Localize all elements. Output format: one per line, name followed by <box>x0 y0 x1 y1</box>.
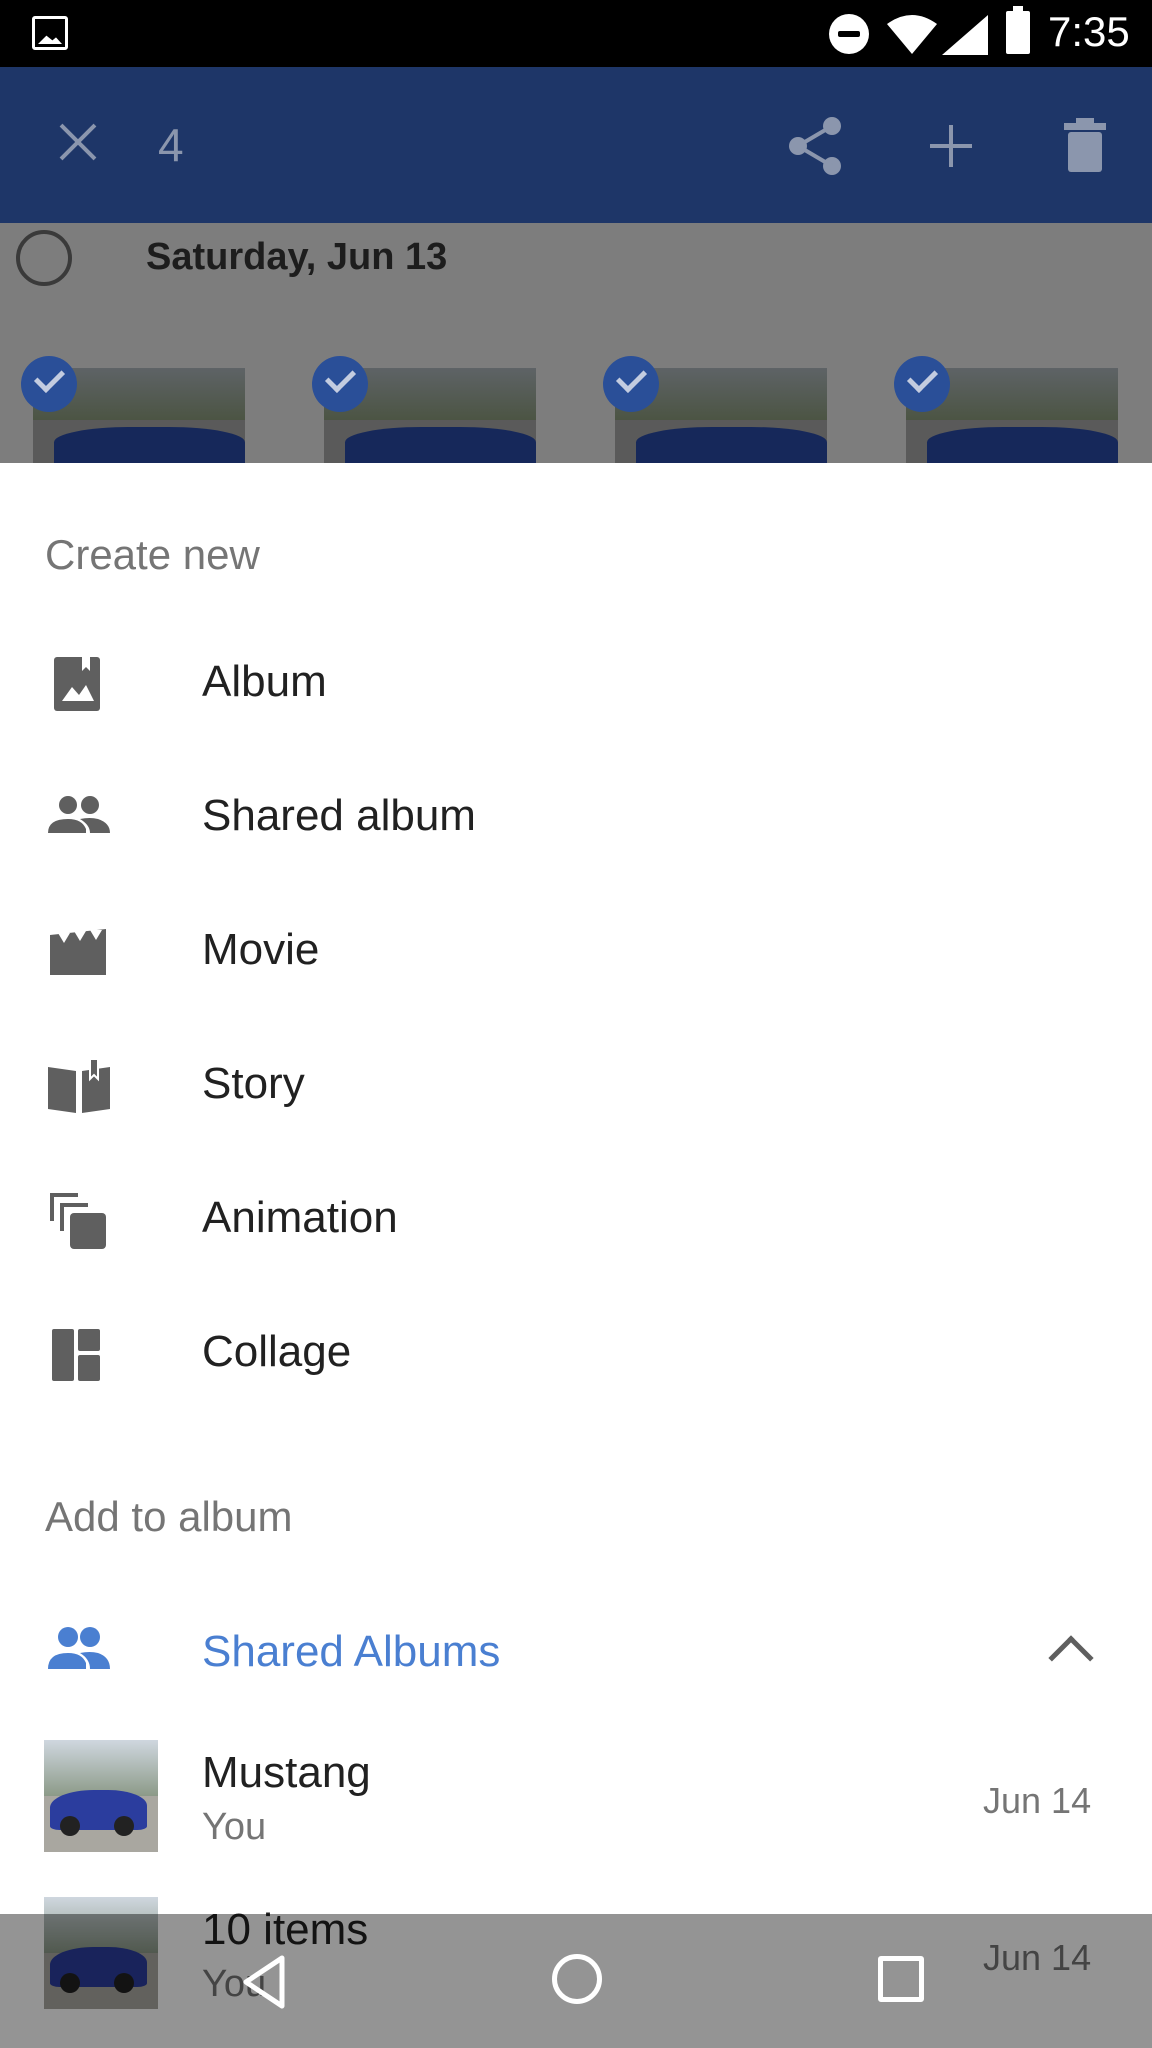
create-movie-label: Movie <box>202 925 320 974</box>
shared-albums-toggle[interactable]: Shared Albums <box>0 1585 1152 1719</box>
recents-icon[interactable] <box>878 1956 924 2002</box>
chevron-up-icon[interactable] <box>1048 1635 1094 1681</box>
album-name: Mustang <box>202 1748 371 1797</box>
home-icon[interactable] <box>552 1954 602 2004</box>
status-bar: 7:35 <box>0 0 1152 67</box>
check-icon[interactable] <box>603 356 659 412</box>
navigation-bar <box>0 1914 1152 2048</box>
check-icon[interactable] <box>21 356 77 412</box>
create-new-title: Create new <box>45 531 260 578</box>
delete-icon[interactable] <box>1064 118 1106 172</box>
selected-count: 4 <box>158 119 184 171</box>
create-collage-label: Collage <box>202 1327 352 1376</box>
create-collage-item[interactable]: Collage <box>0 1287 1152 1421</box>
add-to-album-title: Add to album <box>45 1493 293 1540</box>
share-icon[interactable] <box>786 116 844 176</box>
status-time: 7:35 <box>1048 8 1130 55</box>
back-icon[interactable] <box>240 1954 288 2010</box>
people-icon <box>48 796 110 833</box>
add-icon[interactable] <box>930 125 972 167</box>
shared-albums-label: Shared Albums <box>202 1627 501 1676</box>
wifi-icon <box>887 15 937 54</box>
create-shared-album-label: Shared album <box>202 791 476 840</box>
create-movie-item[interactable]: Movie <box>0 885 1152 1019</box>
create-album-label: Album <box>202 657 327 706</box>
collage-icon <box>52 1329 100 1381</box>
create-animation-label: Animation <box>202 1193 398 1242</box>
movie-icon <box>50 929 106 975</box>
create-album-item[interactable]: Album <box>0 617 1152 751</box>
signal-icon <box>942 15 988 55</box>
album-date: Jun 14 <box>983 1780 1092 1821</box>
album-icon <box>54 657 100 711</box>
close-icon[interactable] <box>56 120 100 164</box>
animation-icon <box>50 1193 106 1249</box>
book-icon <box>48 1058 110 1113</box>
battery-icon <box>1006 6 1030 54</box>
people-icon <box>48 1627 110 1669</box>
select-date-checkbox[interactable] <box>16 230 72 286</box>
album-thumbnail <box>44 1740 158 1852</box>
date-header: Saturday, Jun 13 <box>146 236 448 278</box>
album-owner: You <box>202 1806 267 1848</box>
create-story-label: Story <box>202 1059 305 1108</box>
do-not-disturb-icon <box>829 14 869 54</box>
check-icon[interactable] <box>894 356 950 412</box>
check-icon[interactable] <box>312 356 368 412</box>
create-story-item[interactable]: Story <box>0 1019 1152 1153</box>
create-shared-album-item[interactable]: Shared album <box>0 751 1152 885</box>
gallery-icon <box>32 16 68 50</box>
create-animation-item[interactable]: Animation <box>0 1153 1152 1287</box>
album-row-mustang[interactable]: Mustang You Jun 14 <box>0 1740 1152 1896</box>
